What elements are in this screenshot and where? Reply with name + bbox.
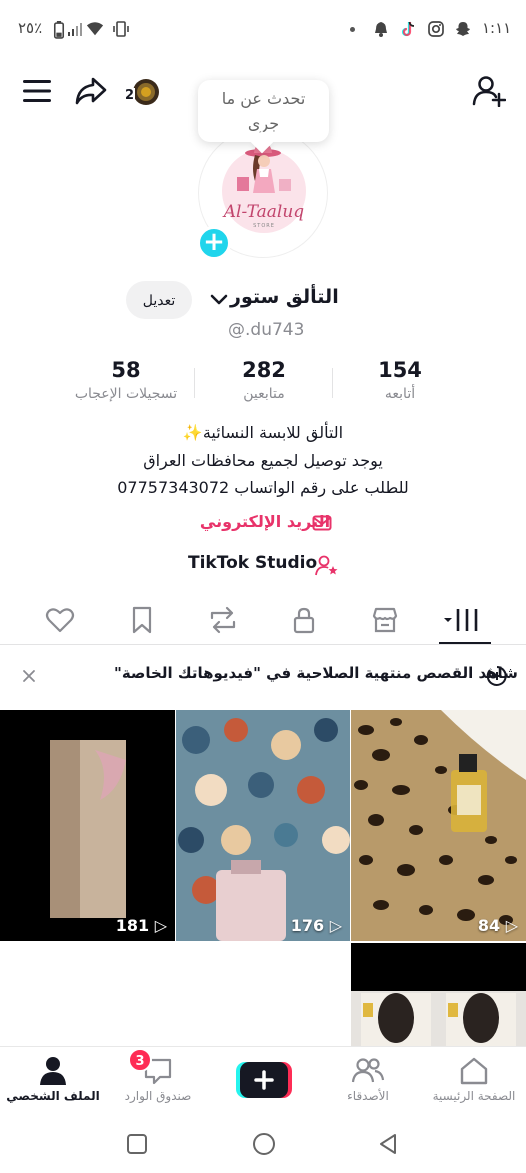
followers-label: متابعين bbox=[243, 386, 285, 402]
creator-star-icon bbox=[315, 555, 338, 576]
likes-count[interactable]: 58 bbox=[56, 358, 196, 382]
back-icon[interactable] bbox=[376, 1132, 400, 1156]
followers-count[interactable]: 282 bbox=[194, 358, 334, 382]
video-thumbnail[interactable] bbox=[351, 943, 526, 1046]
wifi-icon bbox=[86, 22, 104, 36]
banner-text[interactable]: شاهد القصص منتهية الصلاحية في "فيديوهاتك… bbox=[114, 664, 518, 682]
system-navigation-bar bbox=[0, 1112, 526, 1173]
account-switch-avatar[interactable]: 2 bbox=[124, 78, 160, 108]
status-bar: ٢٥٪ ١:١١ bbox=[0, 0, 526, 58]
create-button[interactable] bbox=[236, 1060, 292, 1100]
instagram-icon bbox=[428, 21, 444, 37]
mail-icon bbox=[312, 515, 332, 531]
close-icon[interactable] bbox=[20, 667, 38, 685]
nav-friends[interactable] bbox=[318, 1055, 418, 1091]
tab-reposts[interactable] bbox=[208, 605, 238, 635]
tiktok-notification-icon bbox=[401, 21, 415, 37]
story-add-icon bbox=[486, 666, 507, 686]
profile-handle: @.du743 bbox=[228, 320, 305, 340]
inbox-badge: 3 bbox=[128, 1048, 152, 1072]
signal-icon bbox=[68, 23, 82, 36]
notification-count: 2 bbox=[124, 88, 136, 103]
more-dot-icon bbox=[350, 27, 355, 32]
tab-liked[interactable] bbox=[45, 605, 75, 635]
add-friend-icon[interactable] bbox=[472, 75, 506, 107]
nav-home[interactable] bbox=[424, 1055, 524, 1091]
nav-friends-label: الأصدقاء bbox=[347, 1089, 389, 1103]
chevron-down-icon[interactable] bbox=[210, 293, 228, 307]
profile-name-text: التألق ستور bbox=[230, 286, 339, 308]
tab-favorites[interactable] bbox=[127, 605, 157, 635]
tab-videos-grid[interactable] bbox=[443, 605, 483, 635]
home-button-icon[interactable] bbox=[251, 1131, 277, 1157]
edit-profile-button[interactable]: تعديل bbox=[126, 281, 192, 319]
view-count: 181 ▷ bbox=[115, 916, 167, 935]
likes-label: تسجيلات الإعجاب bbox=[74, 386, 178, 402]
following-label: أتابعه bbox=[384, 386, 416, 402]
bio-line-3: للطلب على رقم الواتساب 07757343072 bbox=[117, 478, 409, 497]
nav-inbox[interactable] bbox=[108, 1055, 208, 1091]
view-count: 176 ▷ bbox=[290, 916, 342, 935]
tab-private[interactable] bbox=[289, 605, 319, 635]
following-count[interactable]: 154 bbox=[330, 358, 470, 382]
email-label: البريد الإلكتروني bbox=[199, 512, 331, 531]
menu-icon[interactable] bbox=[22, 78, 52, 104]
video-thumbnail[interactable]: 181 ▷ bbox=[0, 710, 175, 941]
bell-icon bbox=[375, 22, 387, 37]
bio-line-1: التألق للابسة النسائية✨ bbox=[182, 423, 344, 442]
vibrate-icon bbox=[113, 21, 129, 37]
profile-icon bbox=[40, 1057, 66, 1085]
video-thumbnail[interactable]: 176 ▷ bbox=[176, 710, 350, 941]
friends-icon bbox=[351, 1058, 385, 1083]
share-icon[interactable] bbox=[74, 76, 108, 106]
nav-profile[interactable] bbox=[3, 1055, 103, 1091]
nav-profile-label: الملف الشخصي bbox=[6, 1089, 100, 1103]
profile-name[interactable]: التألق ستور bbox=[230, 286, 339, 308]
nav-inbox-label: صندوق الوارد bbox=[124, 1089, 192, 1103]
studio-label: TikTok Studio bbox=[188, 553, 318, 573]
nav-home-label: الصفحة الرئيسية bbox=[432, 1089, 516, 1103]
snapchat-icon bbox=[456, 22, 470, 36]
avatar-add-button[interactable]: + bbox=[197, 226, 231, 260]
story-prompt-bubble[interactable]: تحدث عن ما جرى bbox=[198, 80, 329, 142]
home-icon bbox=[460, 1057, 488, 1085]
avatar-brand-text: Al-Taaluq bbox=[222, 202, 305, 222]
video-thumbnail[interactable]: 84 ▷ bbox=[351, 710, 526, 941]
battery-percent: ٢٥٪ bbox=[18, 19, 43, 37]
bubble-line-1: تحدث عن ما bbox=[221, 89, 306, 108]
clock: ١:١١ bbox=[482, 19, 512, 37]
view-count: 84 ▷ bbox=[477, 916, 518, 935]
bio-line-2: يوجد توصيل لجميع محافظات العراق bbox=[143, 451, 383, 470]
tab-shop[interactable] bbox=[370, 605, 400, 635]
recent-apps-icon[interactable] bbox=[125, 1132, 149, 1156]
avatar-sub-text: STORE bbox=[253, 223, 275, 229]
bubble-line-2: جرى bbox=[247, 114, 280, 133]
